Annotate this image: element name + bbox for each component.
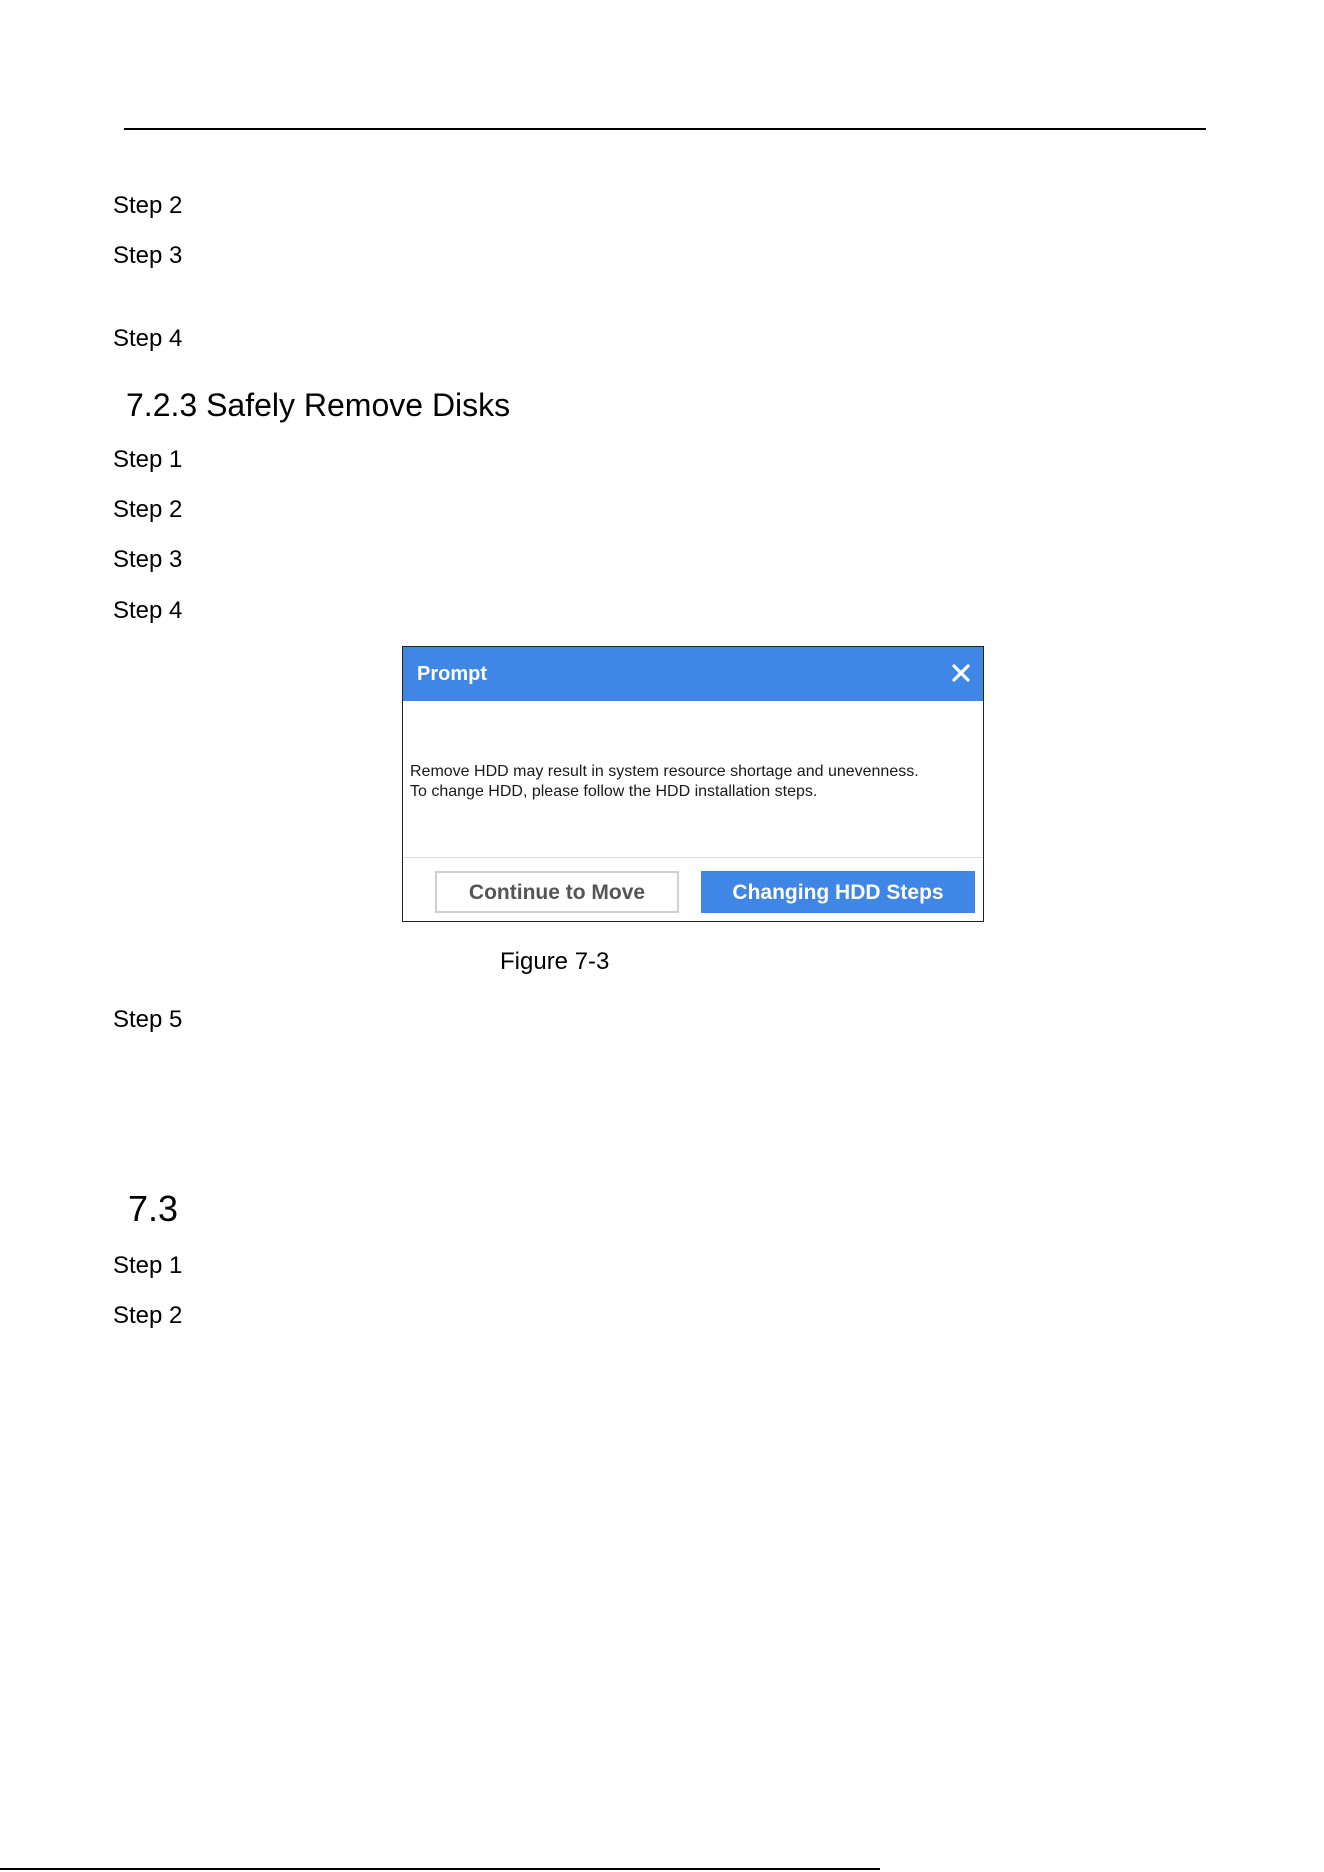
- header-rule: [124, 128, 1206, 130]
- footer-rule: [0, 1868, 880, 1870]
- dialog-divider: [403, 857, 983, 858]
- dialog-message: Remove HDD may result in system resource…: [410, 762, 976, 802]
- step-label: Step 3: [113, 242, 183, 269]
- dialog-title: Prompt: [417, 663, 487, 685]
- close-icon[interactable]: [947, 659, 975, 687]
- step-label: Step 3: [113, 546, 183, 573]
- section-heading-7-3: 7.3: [128, 1188, 179, 1229]
- step-label: Step 2: [113, 496, 183, 523]
- step-label: Step 1: [113, 1252, 183, 1279]
- section-heading-7-2-3: 7.2.3 Safely Remove Disks: [126, 387, 511, 423]
- changing-hdd-steps-button[interactable]: Changing HDD Steps: [701, 871, 975, 913]
- figure-caption: Figure 7-3: [500, 948, 610, 975]
- step-label: Step 5: [113, 1006, 183, 1033]
- step-label: Step 1: [113, 446, 183, 473]
- step-label: Step 2: [113, 192, 183, 219]
- dialog-message-line: To change HDD, please follow the HDD ins…: [410, 783, 818, 800]
- step-label: Step 4: [113, 597, 183, 624]
- dialog-message-line: Remove HDD may result in system resource…: [410, 763, 919, 780]
- dialog-header: Prompt: [403, 647, 983, 701]
- continue-to-move-button[interactable]: Continue to Move: [435, 871, 679, 913]
- step-label: Step 4: [113, 325, 183, 352]
- prompt-dialog: Prompt Remove HDD may result in system r…: [402, 646, 984, 922]
- step-label: Step 2: [113, 1302, 183, 1329]
